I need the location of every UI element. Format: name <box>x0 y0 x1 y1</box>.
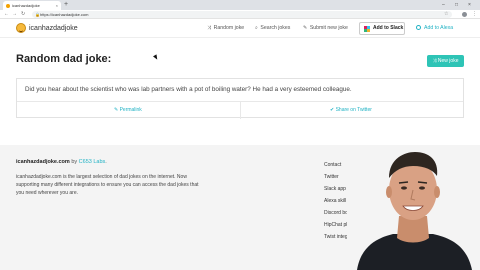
alexa-label: Add to Alexa <box>424 25 454 31</box>
add-to-alexa-link[interactable]: Add to Alexa <box>416 25 453 32</box>
joke-actions: ✎ Permalink ✔ Share on Twitter <box>17 101 463 119</box>
browser-tab[interactable]: icanhazdadjoke × <box>3 1 61 10</box>
browser-menu-icon[interactable]: ⋮ <box>472 10 477 19</box>
footer-by: by <box>69 159 79 165</box>
pencil-icon: ✎ <box>303 25 308 31</box>
new-joke-button[interactable]: ⤨ New joke <box>427 55 464 67</box>
footer-period: . <box>105 159 107 165</box>
brand-name[interactable]: icanhazdadjoke <box>29 24 78 33</box>
new-tab-button[interactable]: + <box>64 1 68 9</box>
profile-avatar[interactable] <box>462 12 467 17</box>
reload-icon[interactable]: ↻ <box>21 10 25 19</box>
nav-search-jokes[interactable]: ⌕ Search jokes <box>255 25 290 32</box>
maximize-icon[interactable]: □ <box>455 0 458 10</box>
presenter-webcam-image <box>347 146 480 270</box>
browser-tabstrip: icanhazdadjoke × + – □ × <box>0 0 480 10</box>
alexa-icon <box>416 25 421 30</box>
minimize-icon[interactable]: – <box>442 0 445 10</box>
forward-icon[interactable]: → <box>12 10 17 19</box>
close-window-icon[interactable]: × <box>468 0 471 10</box>
url-text: https://icanhazdadjoke.com <box>40 12 89 17</box>
share-twitter-link[interactable]: ✔ Share on Twitter <box>330 107 372 114</box>
page-title: Random dad joke: <box>16 53 112 65</box>
footer-heading: icanhazdadjoke.com by C653 Labs. <box>16 159 107 166</box>
footer-site-name: icanhazdadjoke.com <box>16 159 70 165</box>
search-icon: ⌕ <box>255 25 258 31</box>
nav-label: Search jokes <box>260 25 291 31</box>
site-header: icanhazdadjoke ⤨ Random joke ⌕ Search jo… <box>0 19 480 38</box>
close-tab-icon[interactable]: × <box>56 3 58 8</box>
tab-title: icanhazdadjoke <box>12 3 40 8</box>
logo-icon[interactable] <box>16 23 26 33</box>
add-to-slack-button[interactable]: Add to Slack <box>359 22 405 35</box>
joke-text: Did you hear about the scientist who was… <box>25 86 352 93</box>
slack-icon <box>364 26 370 32</box>
permalink-link[interactable]: ✎ Permalink <box>114 107 142 114</box>
bookmark-star-icon[interactable]: ☆ <box>444 10 448 19</box>
favicon-icon <box>6 3 10 8</box>
nav-random-joke[interactable]: ⤨ Random joke <box>207 25 244 32</box>
mouse-cursor-icon <box>153 54 159 61</box>
footer-description: icanhazdadjoke.com is the largest select… <box>16 174 199 196</box>
joke-card: Did you hear about the scientist who was… <box>16 78 464 119</box>
address-bar[interactable]: 🔒 https://icanhazdadjoke.com <box>32 11 452 18</box>
back-icon[interactable]: ← <box>4 10 9 19</box>
slack-button-label: Add to Slack <box>373 25 404 31</box>
nav-label: Random joke <box>213 25 245 31</box>
lock-icon: 🔒 <box>35 12 40 17</box>
nav-label: Submit new joke <box>309 25 348 31</box>
footer-lab-link[interactable]: C653 Labs <box>79 159 106 165</box>
actions-divider <box>240 102 241 119</box>
browser-toolbar: ← → ↻ 🔒 https://icanhazdadjoke.com ☆ ⋮ <box>0 10 480 19</box>
shuffle-icon: ⤨ <box>207 25 212 31</box>
nav-submit-joke[interactable]: ✎ Submit new joke <box>303 25 348 32</box>
